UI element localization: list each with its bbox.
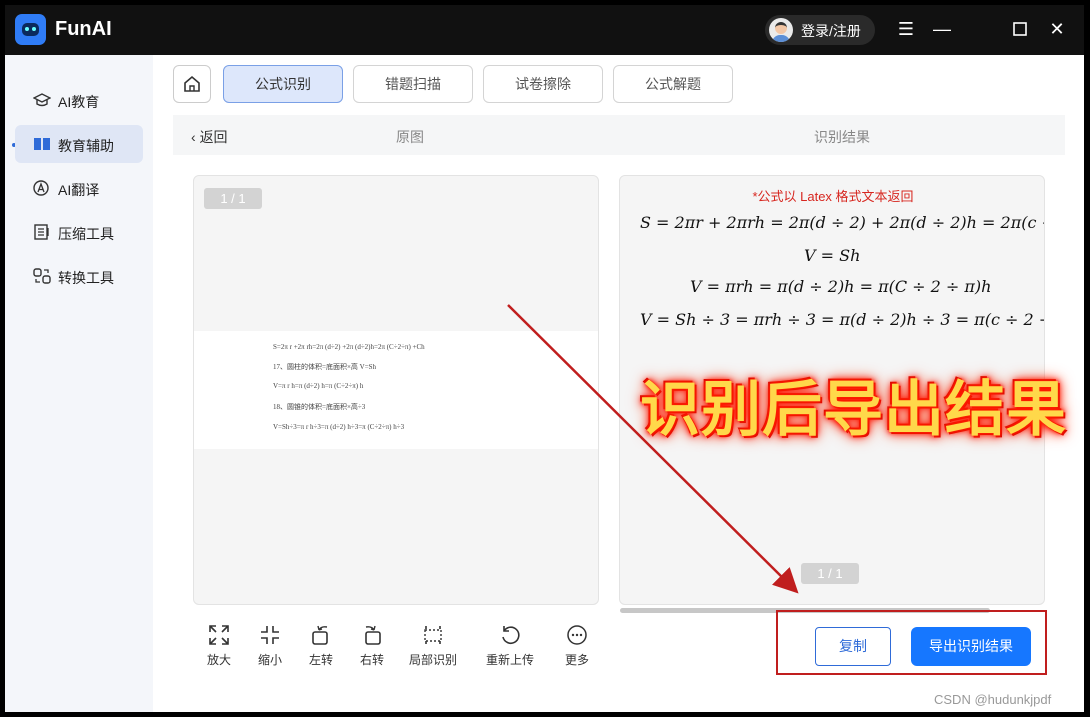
compress-icon — [34, 224, 49, 240]
original-label: 原图 — [396, 129, 424, 145]
more-button[interactable]: 更多 — [549, 623, 605, 668]
document-line: V=π r h=π (d÷2) h=π (C÷2÷π) h — [273, 382, 364, 390]
document-line: 17、圆柱的体积=底面积×高 V=Sh — [273, 363, 377, 371]
maximize-icon[interactable] — [1009, 18, 1031, 40]
graduation-cap-icon — [33, 93, 51, 107]
tool-label: 放大 — [206, 653, 231, 667]
crop-icon — [424, 626, 442, 644]
main-content: 公式识别 错题扫描 试卷擦除 公式解题 ‹ 返回 原图 识别结果 1 / 1 S… — [153, 55, 1084, 712]
sidebar-item-education-assist[interactable]: 教育辅助 — [15, 125, 143, 163]
zoom-in-button[interactable]: 放大 — [191, 623, 247, 668]
reload-icon — [502, 626, 520, 644]
rotate-left-button[interactable]: 左转 — [293, 623, 349, 668]
formula-line: S = 2πr + 2πrh = 2π(d ÷ 2) + 2π(d ÷ 2)h … — [640, 213, 1045, 232]
sidebar-item-ai-translate[interactable]: AI翻译 — [15, 169, 143, 207]
avatar — [769, 18, 793, 42]
original-image-panel[interactable]: 1 / 1 S=2π r +2π rh=2π (d÷2) +2π (d÷2)h=… — [193, 175, 599, 605]
document-line: 18、圆锥的体积=底面积×高÷3 — [273, 403, 366, 411]
sidebar-item-label: 转换工具 — [58, 270, 114, 286]
highlight-box — [776, 610, 1047, 675]
formula-line: V = Sh — [804, 246, 861, 265]
app-name: FunAI — [55, 18, 112, 40]
tab-formula-solve[interactable]: 公式解题 — [613, 65, 733, 103]
sidebar-item-convert-tool[interactable]: 转换工具 — [15, 257, 143, 295]
tab-wrong-question-scan[interactable]: 错题扫描 — [353, 65, 473, 103]
page-indicator: 1 / 1 — [204, 188, 262, 209]
sidebar-item-label: AI教育 — [58, 94, 100, 110]
document-image: S=2π r +2π rh=2π (d÷2) +2π (d÷2)h=2π (C÷… — [194, 331, 598, 449]
translate-icon — [33, 180, 49, 196]
rotate-right-button[interactable]: 右转 — [344, 623, 400, 668]
tool-label: 右转 — [359, 653, 384, 667]
tab-paper-erase[interactable]: 试卷擦除 — [483, 65, 603, 103]
close-icon[interactable]: ✕ — [1046, 18, 1068, 40]
annotation-caption: 识别后导出结果 — [640, 376, 1067, 443]
sidebar-item-label: 教育辅助 — [58, 138, 114, 154]
result-label: 识别结果 — [814, 129, 870, 145]
convert-icon — [33, 268, 51, 284]
home-button[interactable] — [173, 65, 211, 103]
app-window: FunAI 登录/注册 ☰ — ✕ AI教育 教育辅助 AI翻译 压缩工具 转换… — [5, 5, 1084, 712]
sidebar: AI教育 教育辅助 AI翻译 压缩工具 转换工具 — [5, 55, 153, 712]
formula-line: V = Sh ÷ 3 = πrh ÷ 3 = π(d ÷ 2)h ÷ 3 = π… — [640, 310, 1045, 329]
rotate-right-icon — [365, 625, 381, 645]
chevron-left-icon: ‹ — [191, 129, 200, 145]
app-logo-icon — [15, 14, 46, 45]
expand-icon — [209, 625, 229, 645]
tab-formula-recognition[interactable]: 公式识别 — [223, 65, 343, 103]
minimize-icon[interactable]: — — [931, 18, 953, 40]
sidebar-item-compress-tool[interactable]: 压缩工具 — [15, 213, 143, 251]
sidebar-item-label: AI翻译 — [58, 182, 100, 198]
tool-label: 左转 — [308, 653, 333, 667]
reupload-button[interactable]: 重新上传 — [482, 623, 538, 668]
sidebar-item-label: 压缩工具 — [58, 226, 114, 242]
tool-label: 更多 — [564, 653, 589, 667]
login-button[interactable]: 登录/注册 — [765, 15, 875, 45]
back-button[interactable]: ‹ 返回 — [191, 127, 228, 147]
rotate-left-icon — [312, 625, 328, 645]
content-header: ‹ 返回 原图 识别结果 — [173, 115, 1065, 155]
document-line: S=2π r +2π rh=2π (d÷2) +2π (d÷2)h=2π (C÷… — [273, 343, 425, 351]
book-icon — [34, 138, 50, 150]
home-icon — [184, 75, 200, 92]
title-bar: FunAI 登录/注册 ☰ — ✕ — [5, 5, 1084, 55]
watermark: CSDN @hudunkjpdf — [934, 692, 1052, 707]
menu-icon[interactable]: ☰ — [895, 18, 917, 40]
back-label: 返回 — [199, 129, 228, 145]
partial-recognition-button[interactable]: 局部识别 — [405, 623, 461, 668]
tool-label: 重新上传 — [485, 653, 534, 667]
shrink-icon — [261, 626, 279, 644]
latex-note: *公式以 Latex 格式文本返回 — [752, 189, 914, 204]
page-indicator: 1 / 1 — [801, 563, 859, 584]
tool-label: 局部识别 — [408, 653, 457, 667]
login-label: 登录/注册 — [801, 23, 861, 39]
more-icon — [567, 625, 587, 645]
zoom-out-button[interactable]: 缩小 — [242, 623, 298, 668]
formula-line: V = πrh = π(d ÷ 2)h = π(C ÷ 2 ÷ π)h — [690, 277, 992, 296]
tool-label: 缩小 — [257, 653, 282, 667]
document-line: V=Sh÷3=π r h÷3=π (d÷2) h÷3=π (C÷2÷π) h÷3 — [273, 423, 405, 431]
sidebar-item-ai-education[interactable]: AI教育 — [15, 81, 143, 119]
